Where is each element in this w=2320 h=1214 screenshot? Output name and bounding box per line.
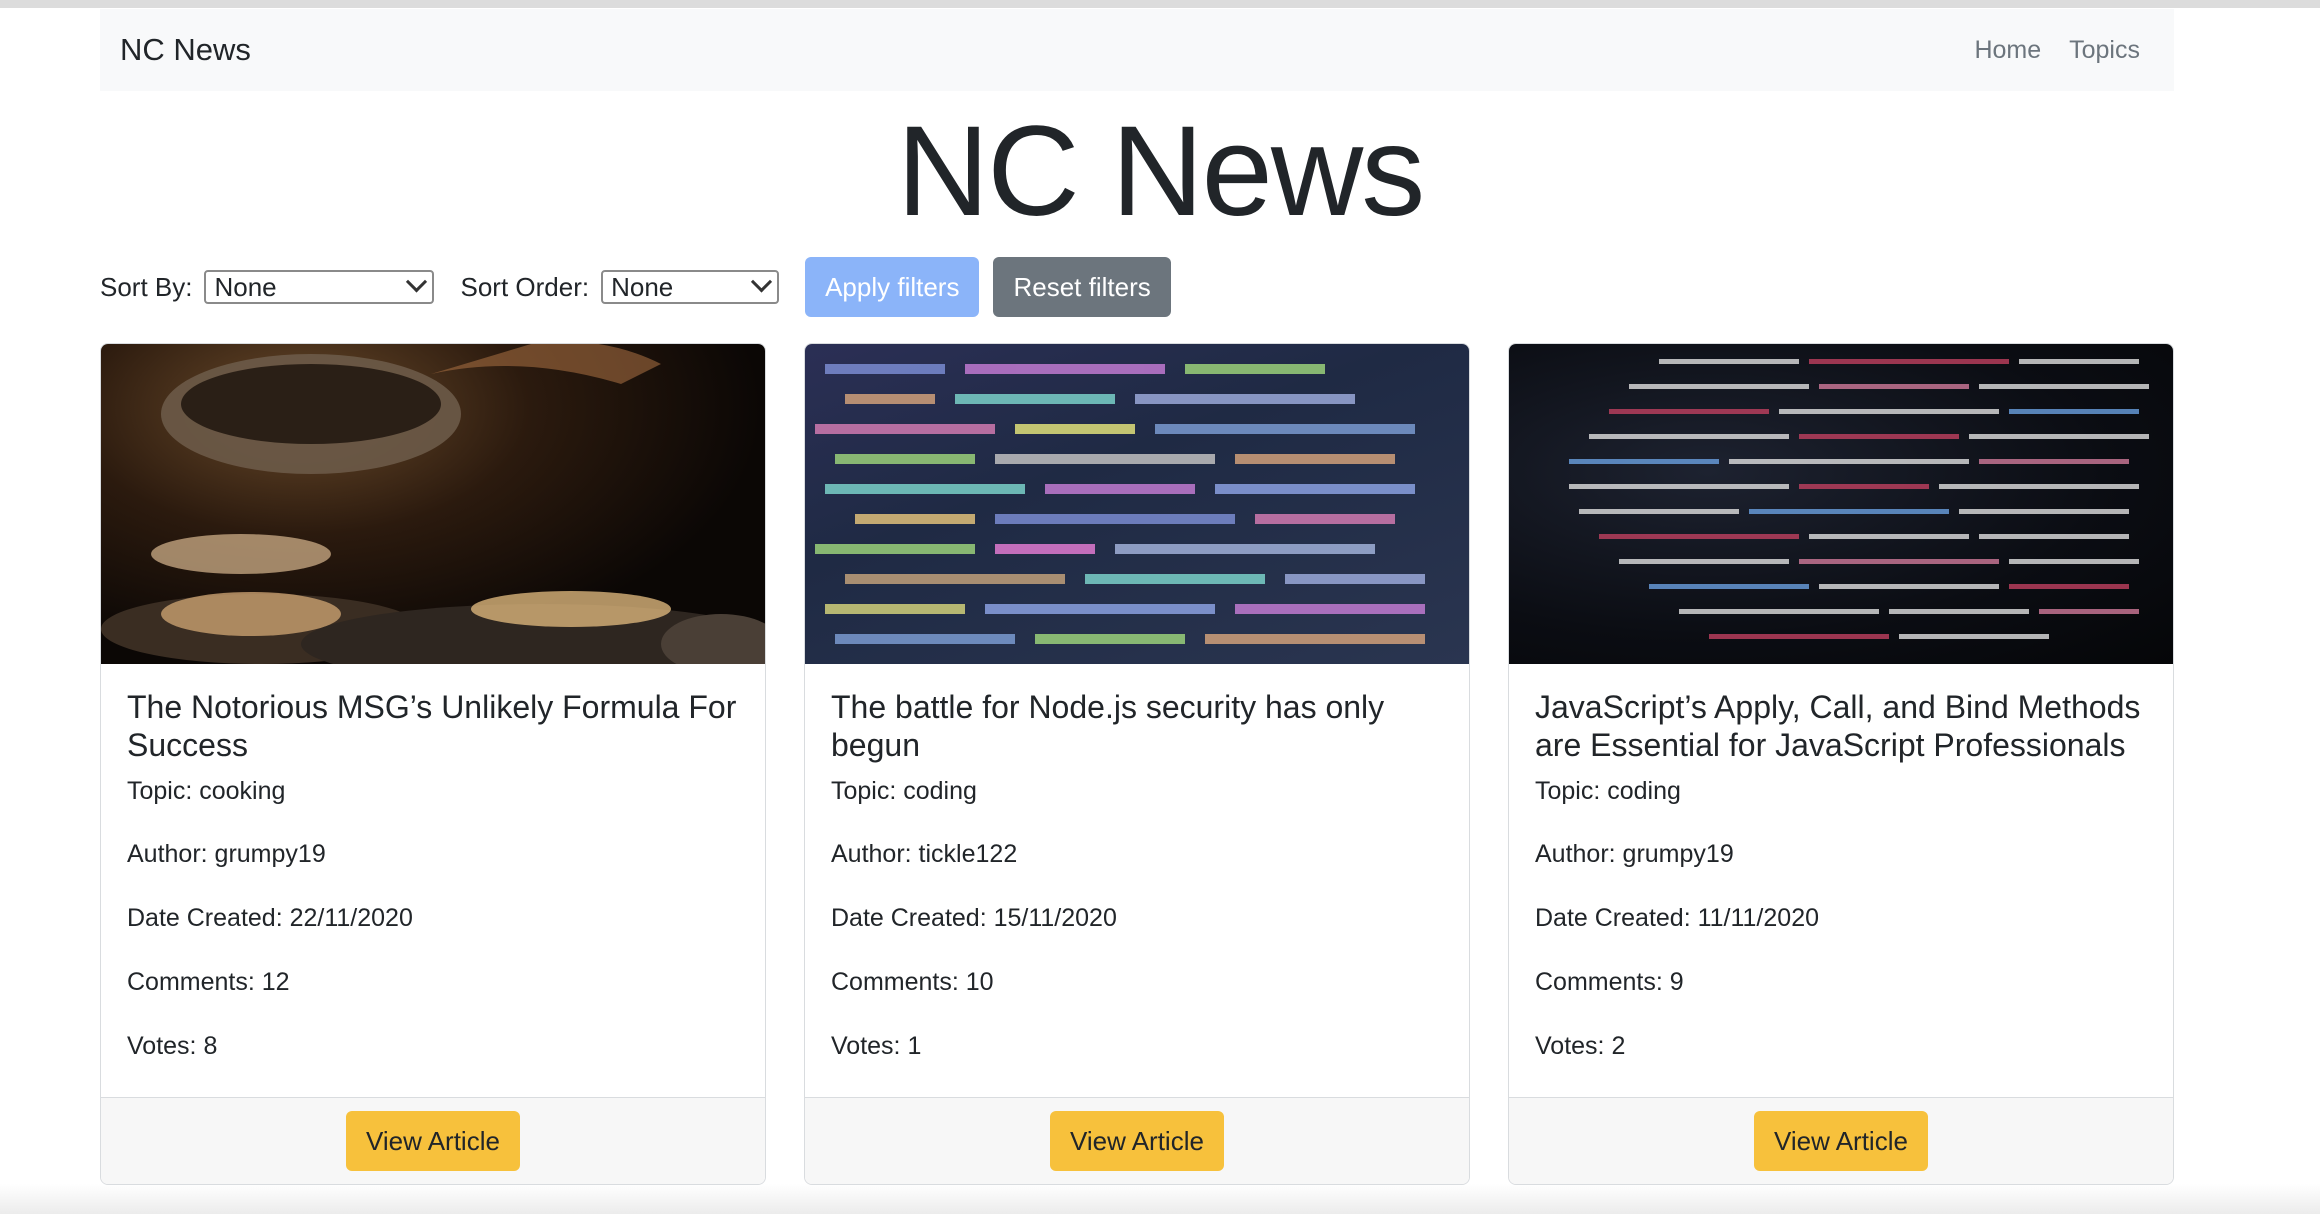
- reset-filters-button[interactable]: Reset filters: [993, 257, 1171, 317]
- article-image: [805, 344, 1469, 664]
- navbar: NC News Home Topics: [100, 9, 2174, 91]
- sort-order-label: Sort Order:: [460, 271, 590, 302]
- article-author: Author: grumpy19: [1535, 840, 1734, 868]
- navbar-brand[interactable]: NC News: [120, 32, 251, 68]
- article-date: Date Created: 11/11/2020: [1535, 904, 1819, 932]
- article-comments: Comments: 10: [831, 968, 994, 996]
- sort-by-label: Sort By:: [100, 271, 193, 302]
- chevron-down-icon: [406, 270, 428, 292]
- article-title: The Notorious MSG’s Unlikely Formula For…: [127, 689, 737, 763]
- article-topic: Topic: cooking: [127, 777, 286, 805]
- card-footer: View Article: [101, 1097, 765, 1184]
- nav-link-home[interactable]: Home: [1974, 36, 2041, 65]
- article-author: Author: tickle122: [831, 840, 1018, 868]
- nav-link-topics[interactable]: Topics: [2069, 36, 2140, 65]
- nav-links: Home Topics: [1974, 36, 2140, 65]
- article-date: Date Created: 15/11/2020: [831, 904, 1117, 932]
- article-title: The battle for Node.js security has only…: [831, 689, 1385, 763]
- cooking-photo: [101, 344, 765, 664]
- sort-by-value: None: [214, 271, 277, 302]
- code-screen-photo: [815, 364, 1425, 644]
- view-article-button[interactable]: View Article: [346, 1111, 520, 1171]
- article-date: Date Created: 22/11/2020: [127, 904, 413, 932]
- article-card: The battle for Node.js security has only…: [804, 343, 1470, 1185]
- article-image: [101, 344, 765, 664]
- view-article-button[interactable]: View Article: [1754, 1111, 1928, 1171]
- card-footer: View Article: [1509, 1097, 2173, 1184]
- browser-edge: [0, 0, 2320, 8]
- article-title: JavaScript’s Apply, Call, and Bind Metho…: [1535, 689, 2141, 763]
- sort-order-select[interactable]: None: [601, 270, 780, 304]
- article-comments: Comments: 9: [1535, 968, 1684, 996]
- article-votes: Votes: 8: [127, 1032, 218, 1060]
- article-image: [1509, 344, 2173, 664]
- article-topic: Topic: coding: [1535, 777, 1681, 805]
- page-title: NC News: [896, 100, 1426, 243]
- article-card: The Notorious MSG’s Unlikely Formula For…: [100, 343, 766, 1185]
- apply-filters-button[interactable]: Apply filters: [805, 257, 980, 317]
- article-comments: Comments: 12: [127, 968, 290, 996]
- article-author: Author: grumpy19: [127, 840, 326, 868]
- card-footer: View Article: [805, 1097, 1469, 1184]
- view-article-button[interactable]: View Article: [1050, 1111, 1224, 1171]
- window-bottom-edge: [0, 1184, 2320, 1214]
- article-card: JavaScript’s Apply, Call, and Bind Metho…: [1508, 343, 2174, 1185]
- filter-bar: Sort By: None Sort Order: None Apply fil…: [100, 257, 1185, 317]
- article-topic: Topic: coding: [831, 777, 977, 805]
- sort-order-value: None: [611, 271, 674, 302]
- chevron-down-icon: [750, 270, 773, 292]
- article-votes: Votes: 2: [1535, 1032, 1626, 1060]
- code-screen-photo: [1569, 359, 2149, 639]
- article-votes: Votes: 1: [831, 1032, 922, 1060]
- sort-by-select[interactable]: None: [204, 270, 435, 304]
